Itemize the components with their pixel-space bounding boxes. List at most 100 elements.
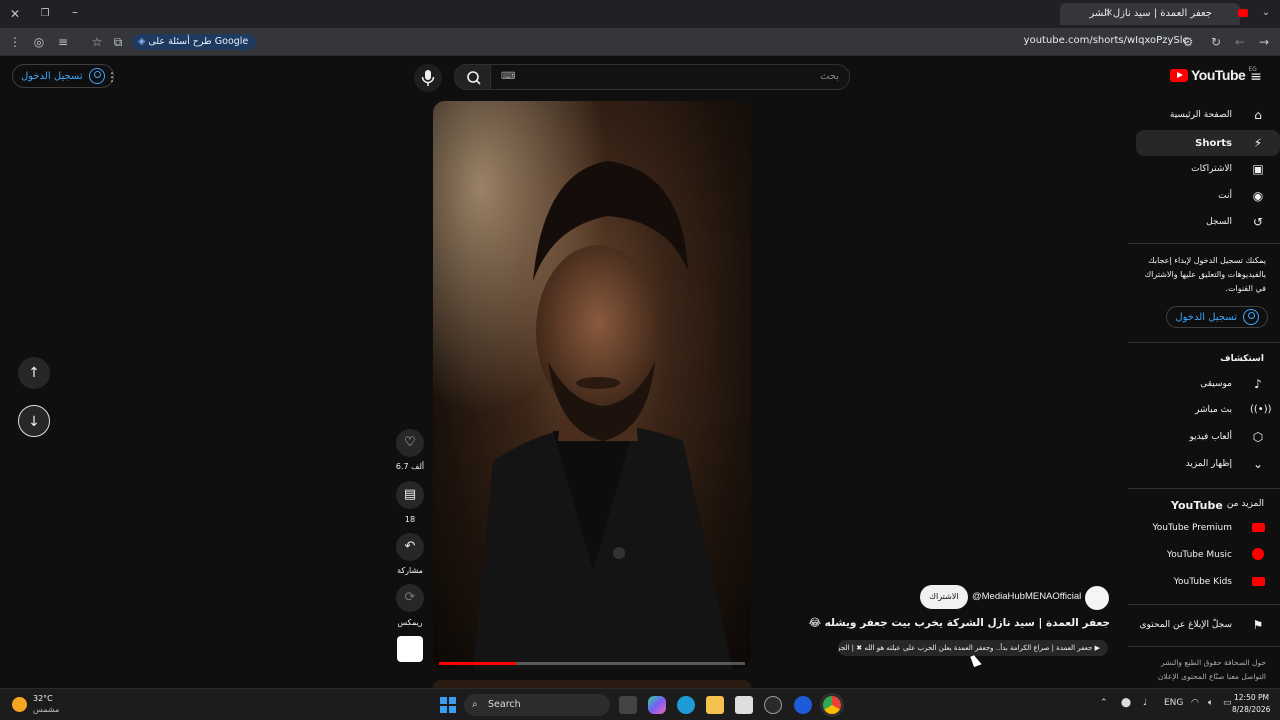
close-window-icon[interactable]: ✕	[7, 7, 23, 21]
profile-icon[interactable]: ◎	[31, 35, 47, 49]
forward-icon[interactable]: →	[1256, 35, 1272, 49]
sidebar-divider	[1128, 604, 1280, 605]
bookmark-star-icon[interactable]: ☆	[89, 35, 105, 49]
sidebar-item-label: YouTube Music	[1166, 550, 1232, 560]
logo-text: YouTube	[1191, 67, 1246, 83]
mic-tray-icon[interactable]: ♩	[1143, 698, 1147, 708]
gaming-icon: ⬡	[1252, 430, 1264, 444]
short-video-player[interactable]	[433, 101, 751, 669]
footer-links[interactable]: حول الصحافة حقوق الطبع والنشر التواصل مع…	[1136, 656, 1266, 684]
comment-count: 18	[404, 515, 416, 524]
sidebar-item-you[interactable]: أنت ◉	[1136, 183, 1280, 209]
tab-list-chevron-icon[interactable]: ⌄	[1258, 6, 1274, 20]
like-count: 6.7 ألف	[395, 462, 425, 471]
share-button[interactable]: ↶	[396, 533, 424, 561]
windows-start-icon[interactable]	[440, 697, 456, 713]
subscriptions-icon: ▣	[1252, 162, 1264, 176]
keyboard-icon[interactable]: ⌨	[501, 65, 515, 89]
sidebar-item-youtube-premium[interactable]: YouTube Premium	[1136, 515, 1280, 541]
install-app-icon[interactable]: ⧉	[110, 35, 126, 49]
search-input[interactable]: ⌨ بحث	[490, 64, 850, 90]
arrow-down-icon: ↓	[28, 414, 40, 430]
sidebar-item-history[interactable]: السجل ↺	[1136, 209, 1280, 235]
home-icon: ⌂	[1254, 108, 1262, 122]
edge-icon[interactable]	[677, 696, 695, 714]
browser-tab[interactable]: جعفر العمدة | سيد نازل الشر	[1060, 3, 1240, 25]
more-from-youtube-heading: المزيد من YouTube	[1171, 499, 1264, 512]
file-explorer-icon[interactable]	[706, 696, 724, 714]
sidebar-item-label: سجلّ الإبلاغ عن المحتوى	[1139, 620, 1232, 630]
weather-sun-icon[interactable]	[12, 697, 27, 712]
voice-search-button[interactable]	[414, 64, 442, 92]
battery-icon[interactable]: ▭	[1223, 698, 1232, 708]
sidebar-item-label: ألعاب فيديو	[1189, 432, 1232, 442]
tab-close-icon[interactable]: ✕	[1101, 7, 1117, 21]
sidebar-item-report-history[interactable]: سجلّ الإبلاغ عن المحتوى ⚑	[1136, 612, 1280, 638]
language-indicator[interactable]: ENG	[1164, 698, 1183, 708]
channel-avatar[interactable]	[1085, 586, 1109, 610]
video-progress-track[interactable]	[439, 662, 745, 665]
sidebar-item-show-more[interactable]: إظهار المزيد ⌄	[1136, 451, 1280, 477]
store-icon[interactable]	[735, 696, 753, 714]
next-short-button[interactable]: ↓	[18, 405, 50, 437]
video-frame-image	[433, 101, 751, 669]
video-title: جعفر العمدة | سيد نازل الشركة يخرب بيت ج…	[808, 617, 1110, 629]
network-tray-icon[interactable]: ⬤	[1121, 698, 1131, 708]
sound-thumbnail[interactable]	[397, 636, 423, 662]
youtube-logo[interactable]: YouTube EG	[1170, 66, 1257, 83]
guide-menu-icon[interactable]: ≡	[1248, 70, 1264, 84]
minimize-window-icon[interactable]: –	[67, 5, 83, 19]
task-view-icon[interactable]	[619, 696, 637, 714]
taskbar-search[interactable]: ⌕ Search	[464, 694, 610, 716]
sidebar-item-subscriptions[interactable]: الاشتراكات ▣	[1136, 156, 1280, 182]
sidebar-item-live[interactable]: بث مباشر ((•))	[1136, 397, 1280, 423]
wifi-icon[interactable]: ◠	[1191, 698, 1199, 708]
settings-dots-icon[interactable]: ⋮	[104, 70, 120, 84]
remix-icon: ⟳	[404, 590, 416, 605]
sidebar-item-music[interactable]: موسيقى ♪	[1136, 371, 1280, 397]
chrome-icon[interactable]	[823, 696, 841, 714]
sidebar-signin-button[interactable]: تسجيل الدخول	[1166, 306, 1268, 328]
ask-google-chip[interactable]: ◈ طرح أسئلة على Google	[132, 34, 257, 50]
chip-label: طرح أسئلة على Google	[148, 36, 249, 47]
sidebar-item-youtube-music[interactable]: YouTube Music	[1136, 542, 1280, 568]
url-field[interactable]: youtube.com/shorts/wIqxoPzySlc	[1024, 35, 1188, 46]
restore-window-icon[interactable]: ❐	[37, 7, 53, 21]
copilot-icon[interactable]	[648, 696, 666, 714]
browser-app-icon[interactable]	[794, 696, 812, 714]
sidebar-item-label: أنت	[1218, 191, 1232, 201]
clock-date[interactable]: 8/28/2026	[1232, 705, 1270, 714]
app-icon[interactable]	[764, 696, 782, 714]
sidebar-item-label: السجل	[1206, 217, 1232, 227]
reading-list-icon[interactable]: ≡	[55, 35, 71, 49]
sidebar-item-shorts[interactable]: Shorts ⚡	[1136, 130, 1280, 156]
sidebar-item-gaming[interactable]: ألعاب فيديو ⬡	[1136, 424, 1280, 450]
sidebar-item-label: بث مباشر	[1195, 405, 1232, 415]
tray-overflow-icon[interactable]: ⌃	[1100, 698, 1108, 708]
clock-time[interactable]: 12:50 PM	[1234, 693, 1269, 702]
refresh-icon[interactable]: ↻	[1208, 35, 1224, 49]
search-icon: ⌕	[472, 699, 478, 710]
search-placeholder: بحث	[819, 71, 839, 82]
sidebar-item-youtube-kids[interactable]: YouTube Kids	[1136, 569, 1280, 595]
sidebar: الصفحة الرئيسية ⌂ Shorts ⚡ الاشتراكات ▣ …	[1128, 100, 1280, 700]
search-button[interactable]	[454, 64, 492, 90]
sidebar-signin-prompt: يمكنك تسجيل الدخول لإبداء إعجابك بالفيدي…	[1144, 256, 1266, 293]
weather-desc: مشمس	[33, 705, 60, 714]
youtube-play-icon	[1170, 68, 1188, 82]
play-small-icon: ▶	[1092, 644, 1100, 652]
channel-name[interactable]: @MediaHubMENAOfficial	[972, 591, 1081, 602]
remix-button[interactable]: ⟳	[396, 584, 424, 612]
menu-dots-icon[interactable]: ⋮	[7, 35, 23, 49]
back-icon[interactable]: ←	[1232, 35, 1248, 49]
header-signin-button[interactable]: تسجيل الدخول	[12, 64, 114, 88]
comments-button[interactable]: ▤	[396, 481, 424, 509]
sidebar-divider	[1128, 342, 1280, 343]
video-progress-fill	[439, 662, 516, 665]
sidebar-item-home[interactable]: الصفحة الرئيسية ⌂	[1136, 102, 1280, 128]
previous-short-button[interactable]: ↑	[18, 357, 50, 389]
playlist-link[interactable]: ▶ جعفر العمدة | صراع الكرامة بدأ.. وجعفر…	[838, 640, 1108, 656]
subscribe-button[interactable]: الاشتراك	[920, 585, 968, 609]
like-button[interactable]: ♡	[396, 429, 424, 457]
volume-icon[interactable]: 🔈︎	[1208, 698, 1213, 708]
